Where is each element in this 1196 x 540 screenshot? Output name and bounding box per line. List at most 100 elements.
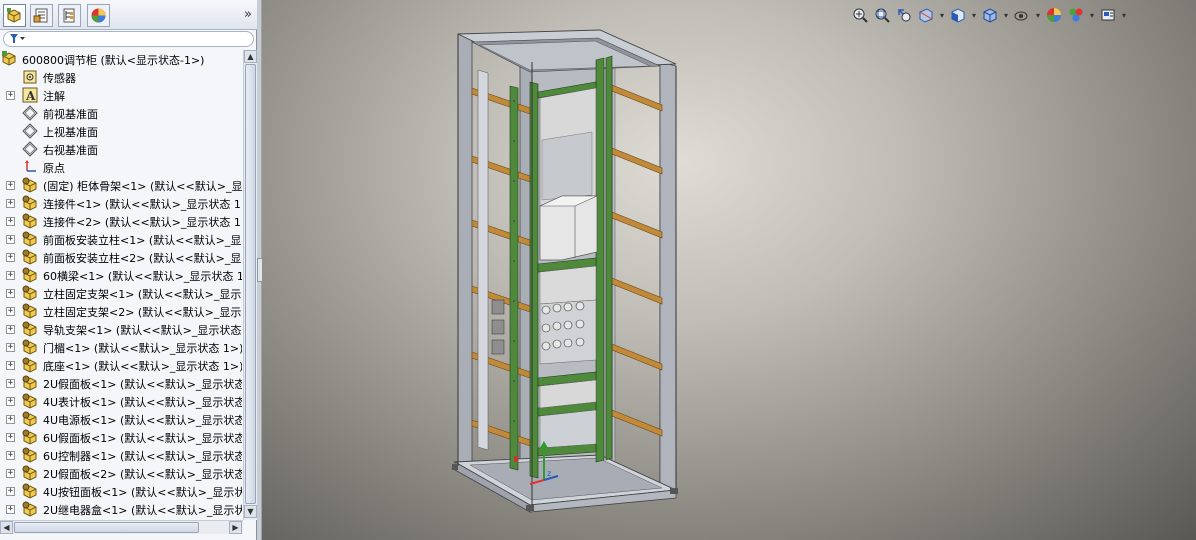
section-view-dropdown[interactable]: ▾ [938,5,946,25]
expand-node-button[interactable]: + [6,487,15,496]
part-icon [22,231,38,247]
filter-icon[interactable] [10,34,26,47]
zoom-to-fit-button[interactable] [850,5,870,25]
horizontal-scroll-thumb[interactable] [14,522,199,533]
tree-item[interactable]: + 导轨支架<1> (默认<<默认>_显示状态 [0,320,242,338]
tree-item[interactable]: + A 注解 [0,86,242,104]
expand-node-button[interactable]: + [6,379,15,388]
view-orientation-dropdown[interactable]: ▾ [970,5,978,25]
tree-item[interactable]: + 立柱固定支架<2> (默认<<默认>_显示 [0,302,242,320]
plane-icon [22,105,38,121]
tree-item-label: 2U继电器盒<1> (默认<<默认>_显示状 [43,504,242,517]
part-icon [22,267,38,283]
tree-item[interactable]: + 连接件<1> (默认<<默认>_显示状态 1 [0,194,242,212]
scroll-thumb[interactable] [245,64,256,504]
tree-item-label: 连接件<2> (默认<<默认>_显示状态 1 [43,216,241,229]
expand-node-button[interactable]: + [6,343,15,352]
feature-tree: 600800调节柜 (默认<显示状态-1>) 传感器 + A 注解 前视基准面 上视基准面右… [0,50,242,518]
graphics-area[interactable]: ▾ ▾ ▾ ▾ ▾ ▾ z [262,0,1196,540]
section-view-button[interactable] [916,5,936,25]
tree-item[interactable]: + 门楣<1> (默认<<默认>_显示状态 1>) [0,338,242,356]
origin-icon [22,159,38,175]
part-icon [22,393,38,409]
scroll-down-button[interactable]: ▼ [244,505,257,518]
tree-item-label: 传感器 [43,72,76,85]
property-manager-tab[interactable] [30,4,53,27]
tree-item[interactable]: 右视基准面 [0,140,242,158]
expand-node-button[interactable]: + [6,199,15,208]
tree-filter-input[interactable] [3,31,254,47]
expand-node-button[interactable]: + [6,235,15,244]
tree-item[interactable]: + 前面板安装立柱<2> (默认<<默认>_显 [0,248,242,266]
view-settings-dropdown[interactable]: ▾ [1120,5,1128,25]
tree-item[interactable]: 上视基准面 [0,122,242,140]
scroll-right-button[interactable]: ▶ [229,521,242,534]
expand-node-button[interactable]: + [6,469,15,478]
tree-item[interactable]: 原点 [0,158,242,176]
display-style-button[interactable] [980,5,1000,25]
part-icon [22,375,38,391]
tree-item-label: 底座<1> (默认<<默认>_显示状态 1>) [43,360,242,373]
edit-appearance-button[interactable] [1044,5,1064,25]
expand-node-button[interactable]: + [6,253,15,262]
expand-node-button[interactable]: + [6,397,15,406]
tree-item[interactable]: +60横梁<1> (默认<<默认>_显示状态 1 [0,266,242,284]
cabinet-3d-model[interactable] [262,0,1196,540]
tree-item[interactable]: +4U表计板<1> (默认<<默认>_显示状态 [0,392,242,410]
tree-item[interactable]: +4U按钮面板<1> (默认<<默认>_显示状 [0,482,242,500]
feature-manager-tree-tab[interactable] [3,4,26,27]
previous-view-icon [898,9,911,22]
tree-item-label: 4U按钮面板<1> (默认<<默认>_显示状 [43,486,242,499]
expand-panel-button[interactable]: » [244,7,252,22]
tree-item[interactable]: 传感器 [0,68,242,86]
expand-node-button[interactable]: + [6,325,15,334]
tree-item[interactable]: + 底座<1> (默认<<默认>_显示状态 1>) [0,356,242,374]
tree-item[interactable]: +2U假面板<1> (默认<<默认>_显示状态 [0,374,242,392]
expand-node-button[interactable]: + [6,307,15,316]
scroll-left-button[interactable]: ◀ [0,521,13,534]
apply-scene-dropdown[interactable]: ▾ [1088,5,1096,25]
expand-node-button[interactable]: + [6,361,15,370]
tree-item[interactable]: +2U假面板<2> (默认<<默认>_显示状态 [0,464,242,482]
tree-item[interactable]: 前视基准面 [0,104,242,122]
tree-item[interactable]: +2U继电器盒<1> (默认<<默认>_显示状 [0,500,242,518]
hide-show-items-button[interactable] [1012,5,1032,25]
tree-item[interactable]: +4U电源板<1> (默认<<默认>_显示状态 [0,410,242,428]
view-orientation-button[interactable] [948,5,968,25]
apply-scene-button[interactable] [1066,5,1086,25]
display-manager-tab[interactable] [87,4,110,27]
expand-node-button[interactable]: + [6,451,15,460]
hide-show-items-dropdown[interactable]: ▾ [1034,5,1042,25]
feature-manager-tree-icon [7,8,21,23]
tree-horizontal-scrollbar[interactable]: ◀ ▶ [0,520,243,534]
expand-node-button[interactable]: + [6,271,15,280]
previous-view-button[interactable] [894,5,914,25]
expand-node-button[interactable]: + [6,91,15,100]
view-orientation-icon [951,8,965,23]
svg-text:A: A [25,89,36,103]
expand-node-button[interactable]: + [6,505,15,514]
edit-appearance-icon [1047,8,1061,22]
view-settings-button[interactable] [1098,5,1118,25]
tree-item[interactable]: +6U假面板<1> (默认<<默认>_显示状态 [0,428,242,446]
expand-node-button[interactable]: + [6,415,15,424]
tree-root-label: 600800调节柜 (默认<显示状态-1>) [22,54,205,67]
tree-item[interactable]: +6U控制器<1> (默认<<默认>_显示状态 [0,446,242,464]
tree-item[interactable]: + 连接件<2> (默认<<默认>_显示状态 1 [0,212,242,230]
expand-node-button[interactable]: + [6,289,15,298]
expand-node-button[interactable]: + [6,181,15,190]
tree-vertical-scrollbar[interactable]: ▲ ▼ [243,50,257,520]
tree-item[interactable]: + (固定) 柜体骨架<1> (默认<<默认>_显 [0,176,242,194]
tree-root-assembly[interactable]: 600800调节柜 (默认<显示状态-1>) [0,50,242,68]
display-style-dropdown[interactable]: ▾ [1002,5,1010,25]
part-icon [22,213,38,229]
part-icon [22,285,38,301]
zoom-to-area-button[interactable] [872,5,892,25]
expand-node-button[interactable]: + [6,433,15,442]
configuration-manager-tab[interactable] [58,4,81,27]
tree-item-label: (固定) 柜体骨架<1> (默认<<默认>_显 [43,180,242,193]
expand-node-button[interactable]: + [6,217,15,226]
tree-item[interactable]: + 前面板安装立柱<1> (默认<<默认>_显 [0,230,242,248]
scroll-up-button[interactable]: ▲ [244,50,257,63]
tree-item[interactable]: + 立柱固定支架<1> (默认<<默认>_显示 [0,284,242,302]
